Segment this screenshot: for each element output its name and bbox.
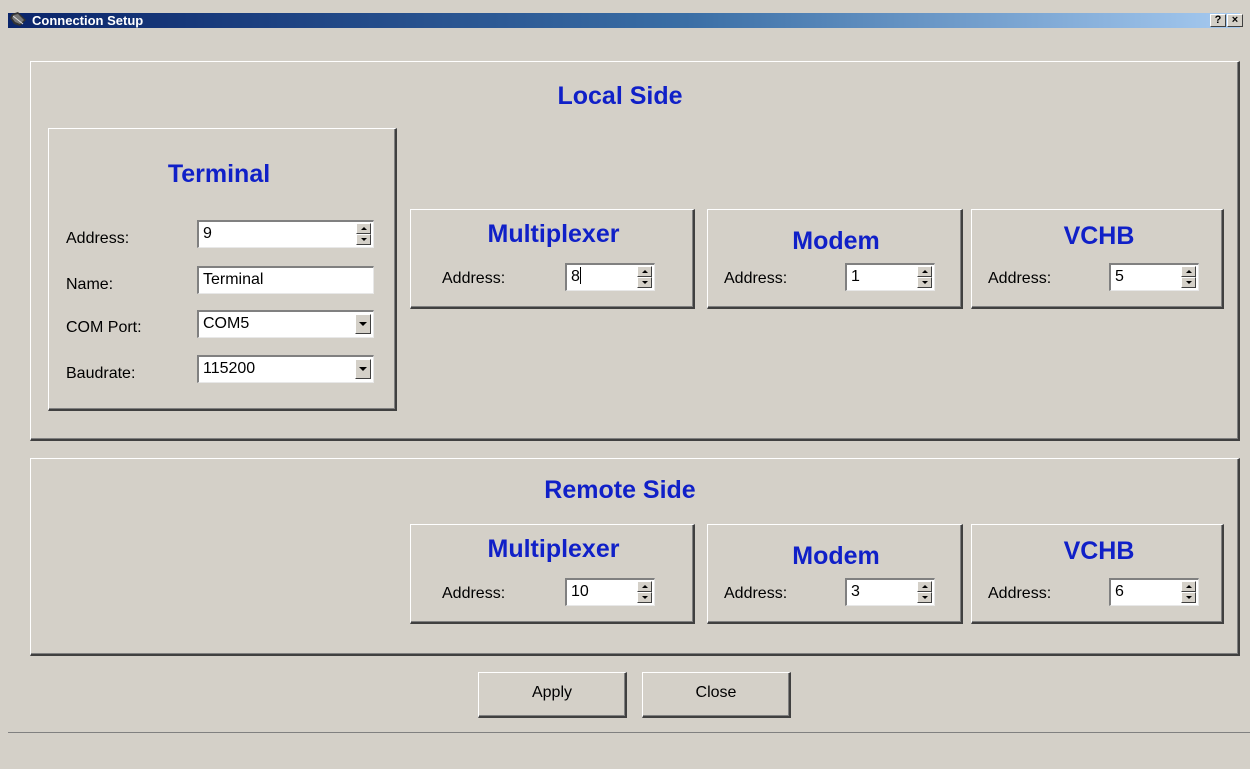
terminal-address-stepper[interactable]: 9	[197, 220, 374, 248]
remote-vchb-title: VCHB	[1063, 537, 1135, 565]
local-vchb-title: VCHB	[1063, 222, 1135, 250]
local-modem-spinner[interactable]	[917, 266, 932, 288]
spin-down-icon[interactable]	[637, 592, 652, 603]
terminal-address-label: Address:	[66, 230, 130, 247]
remote-vchb-address-label: Address:	[988, 585, 1052, 602]
remote-vchb-panel: VCHB Address: 6	[971, 524, 1224, 624]
terminal-name-label: Name:	[66, 276, 114, 293]
spin-up-icon[interactable]	[917, 266, 932, 277]
local-multiplexer-panel: Multiplexer Address: 8	[410, 209, 695, 309]
status-bar	[8, 732, 1250, 769]
spin-up-icon[interactable]	[1181, 581, 1196, 592]
local-modem-address-stepper[interactable]: 1	[845, 263, 935, 291]
remote-multiplexer-title: Multiplexer	[487, 535, 620, 563]
spin-down-icon[interactable]	[1181, 592, 1196, 603]
baudrate-label: Baudrate:	[66, 365, 136, 382]
terminal-panel: Terminal Address: 9 Name: Terminal COM P…	[48, 128, 397, 411]
terminal-name-value: Terminal	[203, 271, 264, 288]
spin-up-icon[interactable]	[637, 266, 652, 277]
spin-down-icon[interactable]	[637, 277, 652, 288]
com-port-value: COM5	[203, 315, 250, 332]
spin-up-icon[interactable]	[917, 581, 932, 592]
title-bar-gradient	[8, 13, 1240, 28]
spin-down-icon[interactable]	[356, 234, 371, 245]
terminal-address-value: 9	[203, 225, 212, 242]
local-multiplexer-address-value: 8	[571, 268, 580, 285]
remote-modem-spinner[interactable]	[917, 581, 932, 603]
remote-multiplexer-address-value: 10	[571, 583, 589, 600]
remote-vchb-address-value: 6	[1115, 583, 1124, 600]
remote-modem-address-value: 3	[851, 583, 860, 600]
local-side-group: Local Side Terminal Address: 9 Name: Ter…	[30, 61, 1240, 441]
remote-multiplexer-spinner[interactable]	[637, 581, 652, 603]
app-icon	[10, 12, 26, 26]
local-multiplexer-title: Multiplexer	[487, 220, 620, 248]
close-button[interactable]: Close	[642, 672, 791, 718]
close-icon[interactable]: ×	[1227, 14, 1243, 27]
remote-multiplexer-address-stepper[interactable]: 10	[565, 578, 655, 606]
spin-up-icon[interactable]	[356, 223, 371, 234]
help-button[interactable]: ?	[1210, 14, 1226, 27]
terminal-name-input[interactable]: Terminal	[197, 266, 374, 294]
remote-modem-address-label: Address:	[724, 585, 788, 602]
com-port-label: COM Port:	[66, 319, 142, 336]
local-multiplexer-spinner[interactable]	[637, 266, 652, 288]
terminal-title: Terminal	[167, 160, 271, 188]
text-caret	[579, 267, 581, 284]
local-modem-title: Modem	[792, 227, 880, 255]
remote-modem-title: Modem	[792, 542, 880, 570]
remote-modem-panel: Modem Address: 3	[707, 524, 963, 624]
baudrate-dropdown-icon[interactable]	[355, 359, 371, 379]
remote-side-group: Remote Side Multiplexer Address: 10 Mode…	[30, 458, 1240, 656]
remote-multiplexer-panel: Multiplexer Address: 10	[410, 524, 695, 624]
local-modem-panel: Modem Address: 1	[707, 209, 963, 309]
local-vchb-address-value: 5	[1115, 268, 1124, 285]
baudrate-value: 115200	[203, 360, 256, 377]
local-multiplexer-address-stepper[interactable]: 8	[565, 263, 655, 291]
apply-button[interactable]: Apply	[478, 672, 627, 718]
spin-down-icon[interactable]	[917, 592, 932, 603]
local-vchb-spinner[interactable]	[1181, 266, 1196, 288]
terminal-address-spinner[interactable]	[356, 223, 371, 245]
remote-vchb-spinner[interactable]	[1181, 581, 1196, 603]
spin-up-icon[interactable]	[1181, 266, 1196, 277]
local-modem-address-label: Address:	[724, 270, 788, 287]
local-side-title: Local Side	[557, 82, 683, 110]
com-port-dropdown-icon[interactable]	[355, 314, 371, 334]
title-bar: Connection Setup ? ×	[0, 0, 1250, 28]
local-vchb-address-stepper[interactable]: 5	[1109, 263, 1199, 291]
spin-down-icon[interactable]	[917, 277, 932, 288]
remote-vchb-address-stepper[interactable]: 6	[1109, 578, 1199, 606]
remote-multiplexer-address-label: Address:	[442, 585, 506, 602]
remote-side-title: Remote Side	[544, 476, 696, 504]
com-port-select[interactable]: COM5	[197, 310, 374, 338]
local-multiplexer-address-label: Address:	[442, 270, 506, 287]
local-vchb-address-label: Address:	[988, 270, 1052, 287]
baudrate-select[interactable]: 115200	[197, 355, 374, 383]
local-vchb-panel: VCHB Address: 5	[971, 209, 1224, 309]
spin-down-icon[interactable]	[1181, 277, 1196, 288]
window-title: Connection Setup	[32, 13, 144, 28]
spin-up-icon[interactable]	[637, 581, 652, 592]
local-modem-address-value: 1	[851, 268, 860, 285]
remote-modem-address-stepper[interactable]: 3	[845, 578, 935, 606]
